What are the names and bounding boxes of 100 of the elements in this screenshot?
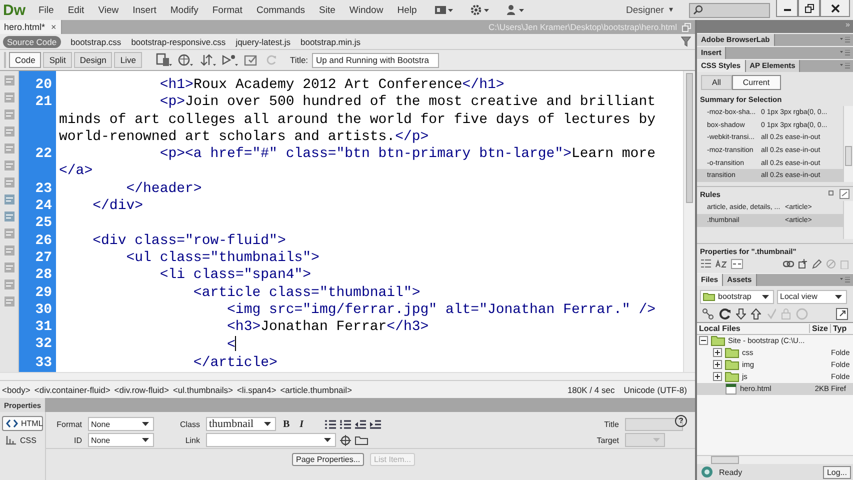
document-tab[interactable]: hero.html* × — [0, 20, 62, 34]
view-button[interactable]: Code — [9, 52, 42, 68]
tag-selector-item[interactable]: <body> — [2, 384, 30, 394]
menu-item[interactable]: Site — [319, 4, 336, 16]
mode-button[interactable]: HTML — [2, 416, 43, 431]
rule-view-icon[interactable] — [828, 189, 850, 200]
link-icon[interactable] — [783, 260, 794, 268]
restore-button[interactable] — [798, 0, 820, 17]
column-header[interactable]: Size — [809, 324, 830, 332]
column-header[interactable]: Typ — [830, 324, 853, 332]
inspect-icon[interactable] — [222, 53, 238, 67]
gear-icon[interactable] — [470, 4, 490, 16]
outdent-icon[interactable] — [354, 420, 366, 428]
down-arrow-icon[interactable] — [736, 308, 746, 320]
view-button[interactable]: Split — [43, 52, 72, 68]
caret-icon — [324, 438, 331, 442]
search-field[interactable] — [689, 2, 770, 18]
id-select[interactable]: None — [88, 433, 154, 447]
panel-button[interactable]: Page Properties... — [292, 453, 364, 466]
log-button[interactable]: Log... — [822, 466, 851, 478]
devices-icon[interactable] — [156, 53, 172, 67]
tag-selector-item[interactable]: <ul.thumbnails> — [172, 384, 233, 394]
menu-item[interactable]: Help — [397, 4, 417, 16]
tag-selector-item[interactable]: <article.thumbnail> — [280, 384, 352, 394]
numbered-list-icon[interactable] — [340, 420, 351, 428]
collapse-icon[interactable] — [699, 336, 708, 345]
italic-button[interactable]: I — [300, 418, 304, 430]
arrows-icon[interactable] — [200, 53, 216, 67]
category-view-icon[interactable] — [701, 259, 711, 268]
related-file-tab[interactable]: bootstrap-responsive.css — [131, 36, 226, 46]
panel-menu-icon[interactable] — [840, 37, 850, 43]
code-line: <h1>Roux Academy 2012 Art Conference</h1> — [158, 77, 506, 94]
caret-icon — [142, 422, 149, 426]
expand-icon[interactable] — [836, 308, 848, 320]
pencil-icon[interactable] — [812, 258, 822, 268]
code-line: <li class="span4"> — [158, 267, 312, 285]
bold-button[interactable]: B — [283, 418, 290, 430]
target-icon[interactable] — [340, 434, 351, 446]
panel-menu-icon[interactable] — [840, 276, 850, 282]
panel-menu-icon[interactable] — [840, 50, 850, 56]
panel-menu-icon[interactable] — [840, 63, 850, 69]
tag-selector-item[interactable]: <div.row-fluid> — [114, 384, 169, 394]
layout-icon[interactable] — [434, 4, 454, 16]
indent-icon[interactable] — [370, 420, 381, 428]
restore-icon[interactable] — [682, 22, 691, 32]
related-file-tab[interactable]: bootstrap.min.js — [300, 36, 360, 46]
related-file-tab[interactable]: bootstrap.css — [70, 36, 122, 46]
view-button[interactable]: Design — [74, 52, 112, 68]
minimize-button[interactable] — [776, 0, 798, 17]
site-select[interactable]: bootstrap — [700, 290, 774, 304]
menu-item[interactable]: Window — [349, 4, 384, 16]
menu-item[interactable]: Format — [212, 4, 242, 16]
tool-icon[interactable] — [4, 194, 14, 205]
format-select[interactable]: None — [88, 417, 154, 431]
field-label: Class — [178, 420, 200, 428]
scrollbar[interactable] — [843, 201, 853, 238]
caret-icon — [835, 294, 842, 298]
folder-icon[interactable] — [355, 435, 368, 445]
filter-icon[interactable] — [681, 36, 691, 47]
related-file-tab[interactable]: Source Code — [3, 36, 61, 48]
refresh-icon[interactable] — [719, 308, 731, 320]
user-icon[interactable] — [506, 4, 526, 16]
title-field[interactable]: Up and Running with Bootstra — [312, 52, 440, 68]
tool-icon[interactable] — [4, 211, 14, 222]
expand-icon[interactable] — [713, 372, 722, 381]
scrollbar[interactable] — [683, 71, 695, 372]
menu-item[interactable]: Edit — [68, 4, 84, 16]
sort-icon[interactable] — [715, 258, 727, 268]
mode-button[interactable]: CSS — [2, 433, 43, 447]
column-header[interactable]: Local Files — [697, 324, 809, 332]
globe-icon[interactable] — [178, 53, 194, 67]
scrollbar[interactable] — [697, 455, 853, 464]
set-properties-icon[interactable] — [731, 258, 743, 268]
up-arrow-icon[interactable] — [751, 308, 761, 320]
menu-item[interactable]: Commands — [256, 4, 306, 16]
class-select[interactable]: thumbnail — [206, 417, 276, 431]
scrollbar[interactable] — [0, 372, 695, 380]
workspace-switcher[interactable]: Designer ▾ — [626, 4, 673, 16]
bullet-list-icon[interactable] — [324, 420, 336, 428]
menu-item[interactable]: View — [98, 4, 119, 16]
tag-selector-item[interactable]: <li.span4> — [236, 384, 276, 394]
view-select[interactable]: Local view — [777, 290, 847, 304]
close-tab-button[interactable]: × — [51, 22, 56, 32]
caret-icon — [653, 438, 660, 442]
tag-selector-item[interactable]: <div.container-fluid> — [34, 384, 110, 394]
expand-icon[interactable] — [713, 360, 722, 369]
encoding-label: Unicode (UTF-8) — [624, 384, 687, 394]
related-file-tab[interactable]: jquery-latest.js — [236, 36, 290, 46]
mode-button[interactable]: Current — [732, 75, 781, 90]
expand-icon[interactable] — [713, 348, 722, 357]
view-button[interactable]: Live — [114, 52, 142, 68]
mode-button[interactable]: All — [701, 75, 732, 90]
scrollbar[interactable] — [843, 106, 853, 182]
connect-icon[interactable] — [702, 308, 714, 320]
check-out-icon[interactable] — [766, 308, 776, 320]
menu-item[interactable]: File — [38, 4, 54, 16]
link-field[interactable] — [206, 433, 336, 447]
menu-item[interactable]: Modify — [170, 4, 198, 16]
menu-item[interactable]: Insert — [132, 4, 156, 16]
close-button[interactable] — [820, 0, 850, 17]
